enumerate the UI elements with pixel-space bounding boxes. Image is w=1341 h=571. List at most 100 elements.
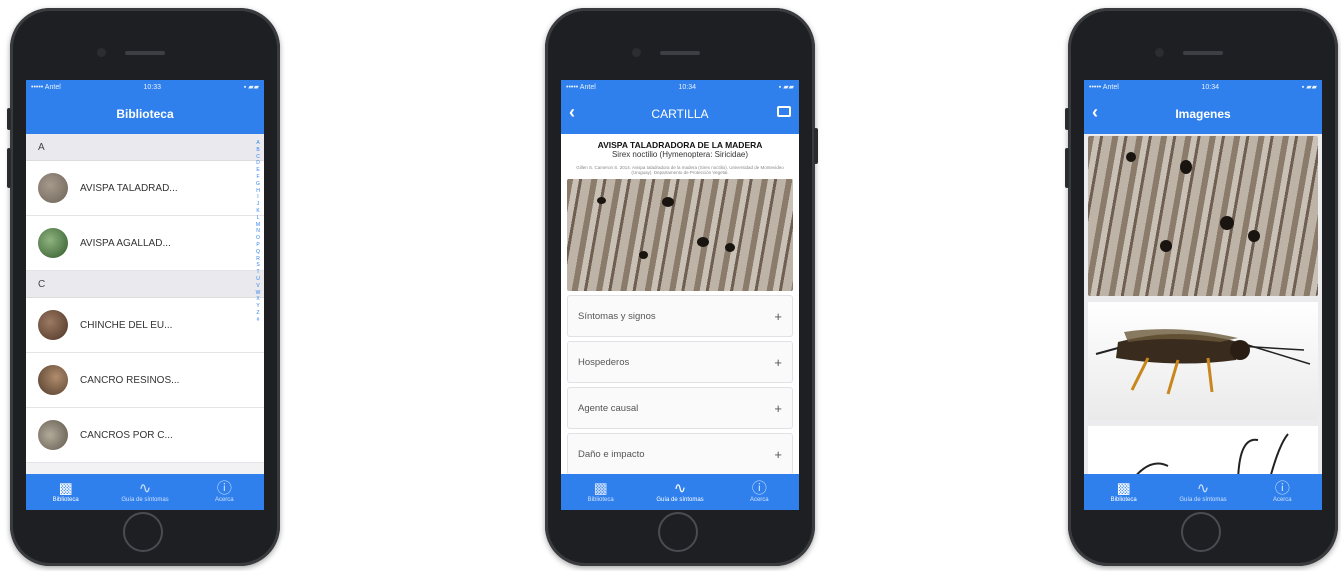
index-letter[interactable]: B bbox=[256, 147, 259, 154]
accordion-item[interactable]: Daño e impacto + bbox=[567, 433, 793, 475]
speaker bbox=[125, 51, 165, 55]
bore-hole bbox=[1220, 216, 1234, 230]
info-icon: ⓘ bbox=[751, 480, 767, 497]
bark-photo[interactable] bbox=[567, 179, 793, 291]
battery-icon: ▪ ▰▰ bbox=[1301, 84, 1317, 91]
bore-hole bbox=[1126, 152, 1136, 162]
expand-icon: + bbox=[774, 308, 782, 324]
index-letter[interactable]: R bbox=[256, 256, 260, 263]
battery-icon: ▪ ▰▰ bbox=[243, 84, 259, 91]
accordion-item[interactable]: Agente causal + bbox=[567, 387, 793, 429]
index-letter[interactable]: J bbox=[257, 201, 260, 208]
status-bar: ••••• Antel 10:33 ▪ ▰▰ bbox=[26, 80, 264, 94]
accordion-label: Hospederos bbox=[578, 356, 630, 368]
list-item[interactable]: AVISPA TALADRAD... bbox=[26, 161, 264, 216]
tab-label: Acerca bbox=[1272, 497, 1292, 503]
index-letter[interactable]: C bbox=[256, 154, 260, 161]
tab-symptom-guide[interactable]: ∿ Guía de síntomas bbox=[1163, 474, 1242, 510]
accordion-label: Daño e impacto bbox=[578, 448, 645, 460]
nav-bar: Biblioteca bbox=[26, 94, 264, 134]
index-letter[interactable]: N bbox=[256, 228, 260, 235]
bore-hole bbox=[1180, 160, 1192, 174]
index-letter[interactable]: X bbox=[256, 296, 259, 303]
tab-label: Guía de síntomas bbox=[121, 497, 169, 503]
tab-label: Guía de síntomas bbox=[656, 497, 704, 503]
index-letter[interactable]: V bbox=[256, 283, 259, 290]
index-letter[interactable]: T bbox=[256, 269, 259, 276]
index-letter[interactable]: D bbox=[256, 160, 260, 167]
index-letter[interactable]: G bbox=[256, 181, 260, 188]
tab-label: Biblioteca bbox=[587, 497, 614, 503]
book-icon: ▩ bbox=[593, 480, 608, 497]
tab-about[interactable]: ⓘ Acerca bbox=[1243, 474, 1322, 510]
back-icon[interactable]: ‹ bbox=[1092, 102, 1098, 123]
card-screen: ••••• Antel 10:34 ▪ ▰▰ ‹ CARTILLA AVISPA… bbox=[561, 80, 799, 510]
index-letter[interactable]: E bbox=[256, 167, 259, 174]
index-letter[interactable]: A bbox=[256, 140, 259, 147]
list-item[interactable]: CHINCHE DEL EU... bbox=[26, 298, 264, 353]
index-letter[interactable]: # bbox=[257, 317, 260, 324]
list-item[interactable]: AVISPA AGALLAD... bbox=[26, 216, 264, 271]
index-letter[interactable]: O bbox=[256, 235, 260, 242]
speaker bbox=[660, 51, 700, 55]
index-letter[interactable]: I bbox=[257, 194, 258, 201]
tab-label: Acerca bbox=[749, 497, 769, 503]
index-letter[interactable]: F bbox=[256, 174, 259, 181]
back-icon[interactable]: ‹ bbox=[569, 102, 575, 123]
side-button bbox=[7, 108, 11, 130]
tab-about[interactable]: ⓘ Acerca bbox=[185, 474, 264, 510]
index-letter[interactable]: M bbox=[256, 222, 260, 229]
index-letter[interactable]: U bbox=[256, 276, 260, 283]
thumbnail bbox=[38, 228, 68, 258]
item-label: CHINCHE DEL EU... bbox=[80, 319, 173, 331]
speaker bbox=[1183, 51, 1223, 55]
index-letter[interactable]: K bbox=[256, 208, 259, 215]
gallery-icon[interactable] bbox=[777, 106, 791, 117]
tab-about[interactable]: ⓘ Acerca bbox=[720, 474, 799, 510]
index-letter[interactable]: S bbox=[256, 262, 259, 269]
tab-bar: ▩ Biblioteca ∿ Guía de síntomas ⓘ Acerca bbox=[561, 474, 799, 510]
thumbnail bbox=[38, 420, 68, 450]
phone-frame-library: ••••• Antel 10:33 ▪ ▰▰ Biblioteca A AVIS… bbox=[7, 8, 280, 566]
index-letter[interactable]: H bbox=[256, 188, 260, 195]
tab-library[interactable]: ▩ Biblioteca bbox=[26, 474, 105, 510]
pulse-icon: ∿ bbox=[1196, 480, 1210, 497]
info-icon: ⓘ bbox=[216, 480, 232, 497]
page-title: Imagenes bbox=[1175, 107, 1231, 121]
tab-symptom-guide[interactable]: ∿ Guía de síntomas bbox=[105, 474, 184, 510]
bark-image[interactable] bbox=[1088, 136, 1318, 296]
index-letter[interactable]: L bbox=[257, 215, 260, 222]
bore-hole bbox=[639, 251, 648, 259]
tab-label: Biblioteca bbox=[52, 497, 79, 503]
section-header: C bbox=[26, 271, 264, 298]
list-item[interactable]: CANCRO RESINOS... bbox=[26, 353, 264, 408]
insect-image[interactable] bbox=[1088, 302, 1318, 420]
item-label: CANCRO RESINOS... bbox=[80, 374, 180, 386]
clock: 10:33 bbox=[143, 83, 162, 91]
home-button[interactable] bbox=[1181, 512, 1221, 552]
home-button[interactable] bbox=[658, 512, 698, 552]
section-header: A bbox=[26, 134, 264, 161]
index-letter[interactable]: Q bbox=[256, 249, 260, 256]
tab-library[interactable]: ▩ Biblioteca bbox=[561, 474, 640, 510]
item-label: CANCROS POR C... bbox=[80, 429, 173, 441]
index-letter[interactable]: Y bbox=[256, 303, 259, 310]
index-letter[interactable]: W bbox=[256, 290, 261, 297]
list-item[interactable]: CANCROS POR C... bbox=[26, 408, 264, 463]
tab-library[interactable]: ▩ Biblioteca bbox=[1084, 474, 1163, 510]
card-content: AVISPA TALADRADORA DE LA MADERA Sirex no… bbox=[561, 134, 799, 475]
carrier: ••••• Antel bbox=[566, 83, 596, 91]
tab-symptom-guide[interactable]: ∿ Guía de síntomas bbox=[640, 474, 719, 510]
accordion-label: Síntomas y signos bbox=[578, 310, 656, 322]
expand-icon: + bbox=[774, 354, 782, 370]
index-letter[interactable]: P bbox=[256, 242, 259, 249]
home-button[interactable] bbox=[123, 512, 163, 552]
battery-icon: ▪ ▰▰ bbox=[778, 84, 794, 91]
alphabet-index[interactable]: A B C D E F G H I J K L M N O P Q R S T U V W X Y Z # bbox=[254, 140, 262, 324]
side-button bbox=[1065, 108, 1069, 130]
tab-label: Guía de síntomas bbox=[1179, 497, 1227, 503]
status-bar: ••••• Antel 10:34 ▪ ▰▰ bbox=[1084, 80, 1322, 94]
accordion-item[interactable]: Hospederos + bbox=[567, 341, 793, 383]
index-letter[interactable]: Z bbox=[256, 310, 259, 317]
accordion-item[interactable]: Síntomas y signos + bbox=[567, 295, 793, 337]
